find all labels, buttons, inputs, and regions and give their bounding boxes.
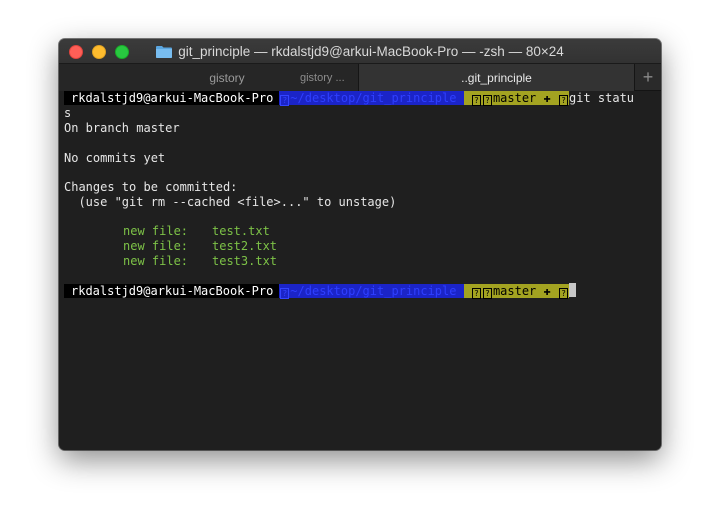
prompt-line: rkdalstjd9@arkui-MacBook-Pro? ~/desktop/g… <box>64 283 576 299</box>
prompt-path-segment: ? ~/desktop/git_principle <box>279 91 464 106</box>
prompt-user-host: rkdalstjd9@arkui-MacBook-Pro <box>64 91 280 105</box>
dirty-icon: ✚ <box>543 91 551 105</box>
prompt-path: ~/desktop/git_principle <box>290 91 457 105</box>
staged-file-name: test3.txt <box>212 254 278 268</box>
staged-file-status: new file: <box>123 224 189 238</box>
text-cursor <box>569 283 576 297</box>
staged-file-status: new file: <box>123 254 189 268</box>
branch-icon: ? <box>482 95 492 106</box>
command-wrap: s <box>64 106 72 120</box>
staged-file-status: new file: <box>123 239 189 253</box>
prompt-branch: master <box>492 91 537 105</box>
tab-git-principle[interactable]: ..git_principle <box>359 64 635 91</box>
unknown-glyph-icon: ? <box>559 288 568 299</box>
prompt-branch-segment: ?? master ✚ ? <box>463 284 569 299</box>
unknown-glyph-icon: ? <box>471 288 481 299</box>
command-text: git statu <box>569 91 635 105</box>
output-line: (use "git rm --cached <file>..." to unst… <box>64 195 397 209</box>
output-line: On branch master <box>64 121 180 135</box>
prompt-user-host: rkdalstjd9@arkui-MacBook-Pro <box>64 284 280 298</box>
plus-icon: + <box>642 67 654 87</box>
output-line: No commits yet <box>64 151 166 165</box>
prompt-path-segment: ? ~/desktop/git_principle <box>279 284 464 299</box>
prompt-branch: master <box>492 284 537 298</box>
window-title-area: git_principle — rkdalstjd9@arkui-MacBook… <box>59 39 661 63</box>
tab-gistory[interactable]: gistory gistory ... <box>59 64 359 91</box>
window-title: git_principle — rkdalstjd9@arkui-MacBook… <box>178 43 564 59</box>
tab-label: gistory <box>209 70 245 85</box>
output-line: Changes to be committed: <box>64 180 238 194</box>
terminal-window: git_principle — rkdalstjd9@arkui-MacBook… <box>59 39 661 450</box>
staged-file-name: test2.txt <box>212 239 278 253</box>
prompt-branch-segment: ?? master ✚ ? <box>463 91 569 106</box>
tab-bar: gistory gistory ... ..git_principle + <box>59 63 661 91</box>
prompt-path: ~/desktop/git_principle <box>290 284 457 298</box>
tab-sublabel: gistory ... <box>300 71 345 84</box>
unknown-glyph-icon: ? <box>471 95 481 106</box>
branch-icon: ? <box>482 288 492 299</box>
prompt-line: rkdalstjd9@arkui-MacBook-Pro? ~/desktop/g… <box>64 91 634 106</box>
dirty-icon: ✚ <box>543 284 551 298</box>
add-tab-button[interactable]: + <box>635 64 661 91</box>
unknown-glyph-icon: ? <box>280 288 290 299</box>
staged-file-name: test.txt <box>212 224 270 238</box>
terminal-output[interactable]: rkdalstjd9@arkui-MacBook-Pro? ~/desktop/g… <box>59 91 661 450</box>
folder-icon <box>156 45 173 58</box>
unknown-glyph-icon: ? <box>280 95 290 106</box>
titlebar: git_principle — rkdalstjd9@arkui-MacBook… <box>59 39 661 63</box>
unknown-glyph-icon: ? <box>559 95 568 106</box>
tab-label: ..git_principle <box>461 70 532 85</box>
